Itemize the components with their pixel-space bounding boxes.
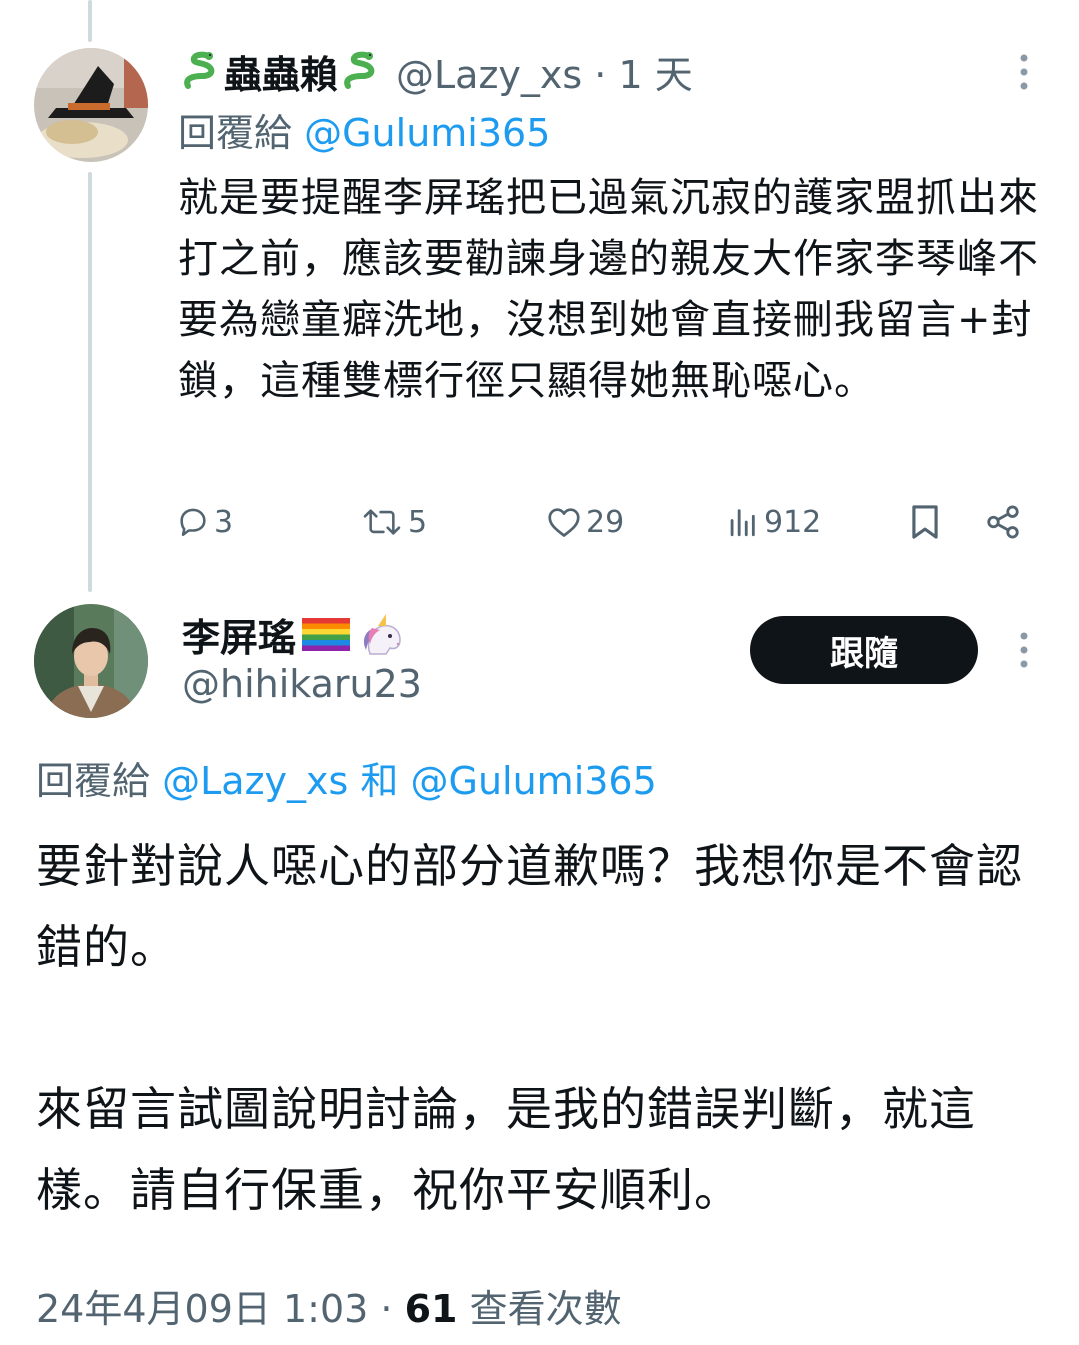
like-button[interactable]: 29 [546,494,624,550]
tweet-actions: 3 5 29 912 [176,494,1036,550]
tweet-timestamp-row: 24年4月09日 1:03 · 61 查看次數 [36,1278,622,1333]
reply-button[interactable]: 3 [176,494,233,550]
heart-icon [548,508,580,537]
bookmark-button[interactable] [908,494,942,550]
replying-to: 回覆給 @Gulumi365 [178,102,550,157]
unicorn-emoji [356,614,408,655]
repost-button[interactable]: 5 [360,494,427,550]
tweet-header: 李屏瑤 [182,606,408,662]
like-count: 29 [586,504,625,540]
replying-to: 回覆給 @Lazy_xs 和 @Gulumi365 [36,750,657,805]
replying-label: 回覆給 [36,759,151,803]
tweet-time[interactable]: 1 天 [618,53,692,97]
view-count: 912 [764,504,822,540]
views-button[interactable]: 912 [724,494,821,550]
repost-arrows-icon [363,509,401,535]
more-options-button[interactable] [1010,630,1038,670]
share-icon [987,505,1019,539]
separator-dot: · [594,52,607,97]
display-name[interactable]: 李屏瑤 [182,607,296,662]
mention-link[interactable]: @Lazy_xs [162,759,348,803]
separator-dot: · [380,1287,393,1331]
tweet-paragraph: 要針對說人噁心的部分道歉嗎？我想你是不會認錯的。 [36,839,1023,974]
handle-and-time[interactable]: @Lazy_xs · 1 天 [396,44,693,99]
tweet-paragraph: 來留言試圖說明討論，是我的錯誤判斷，就這樣。請自行保重，祝你平安順利。 [36,1082,976,1217]
vertical-ellipsis-icon [1020,54,1028,90]
avatar[interactable] [34,604,148,718]
vertical-ellipsis-icon [1020,632,1028,668]
replying-label: 回覆給 [178,111,293,155]
reply-count: 3 [214,504,234,540]
more-options-button[interactable] [1010,52,1038,92]
snake-emoji [180,50,222,92]
speech-bubble-icon [180,508,206,537]
repost-count: 5 [408,504,428,540]
thread-connector-line [88,172,92,592]
mention-link[interactable]: @Gulumi365 [304,111,550,155]
share-button[interactable] [984,494,1022,550]
follow-button[interactable]: 跟隨 [750,616,978,684]
display-name[interactable]: 蟲蟲賴 [224,44,338,99]
snake-emoji [340,50,382,92]
avatar[interactable] [34,48,148,162]
bookmark-icon [912,505,938,539]
reply-tweet: 蟲蟲賴 @Lazy_xs · 1 天 回覆給 @Gulumi365 就是要提醒李… [0,0,1079,592]
tweet-text: 就是要提醒李屏瑤把已過氣沉寂的護家盟抓出來打之前，應該要勸諫身邊的親友大作家李琴… [178,175,1039,404]
user-handle[interactable]: @Lazy_xs [396,53,582,97]
tweet-header: 蟲蟲賴 @Lazy_xs · 1 天 [178,44,693,98]
user-handle[interactable]: @hihikaru23 [182,662,422,706]
replying-and: 和 [360,759,399,803]
timestamp[interactable]: 24年4月09日 1:03 [36,1287,368,1331]
tweet-text: 要針對說人噁心的部分道歉嗎？我想你是不會認錯的。 來留言試圖說明討論，是我的錯誤… [36,826,1056,1312]
main-tweet: 李屏瑤 @hihikaru23 跟隨 回覆給 @Lazy_xs 和 @Gulum… [0,590,1079,1345]
mention-link[interactable]: @Gulumi365 [411,759,657,803]
rainbow-flag-emoji [300,614,352,654]
views-count: 61 [404,1287,458,1331]
views-label: 查看次數 [469,1287,622,1331]
bar-chart-icon [730,509,755,537]
